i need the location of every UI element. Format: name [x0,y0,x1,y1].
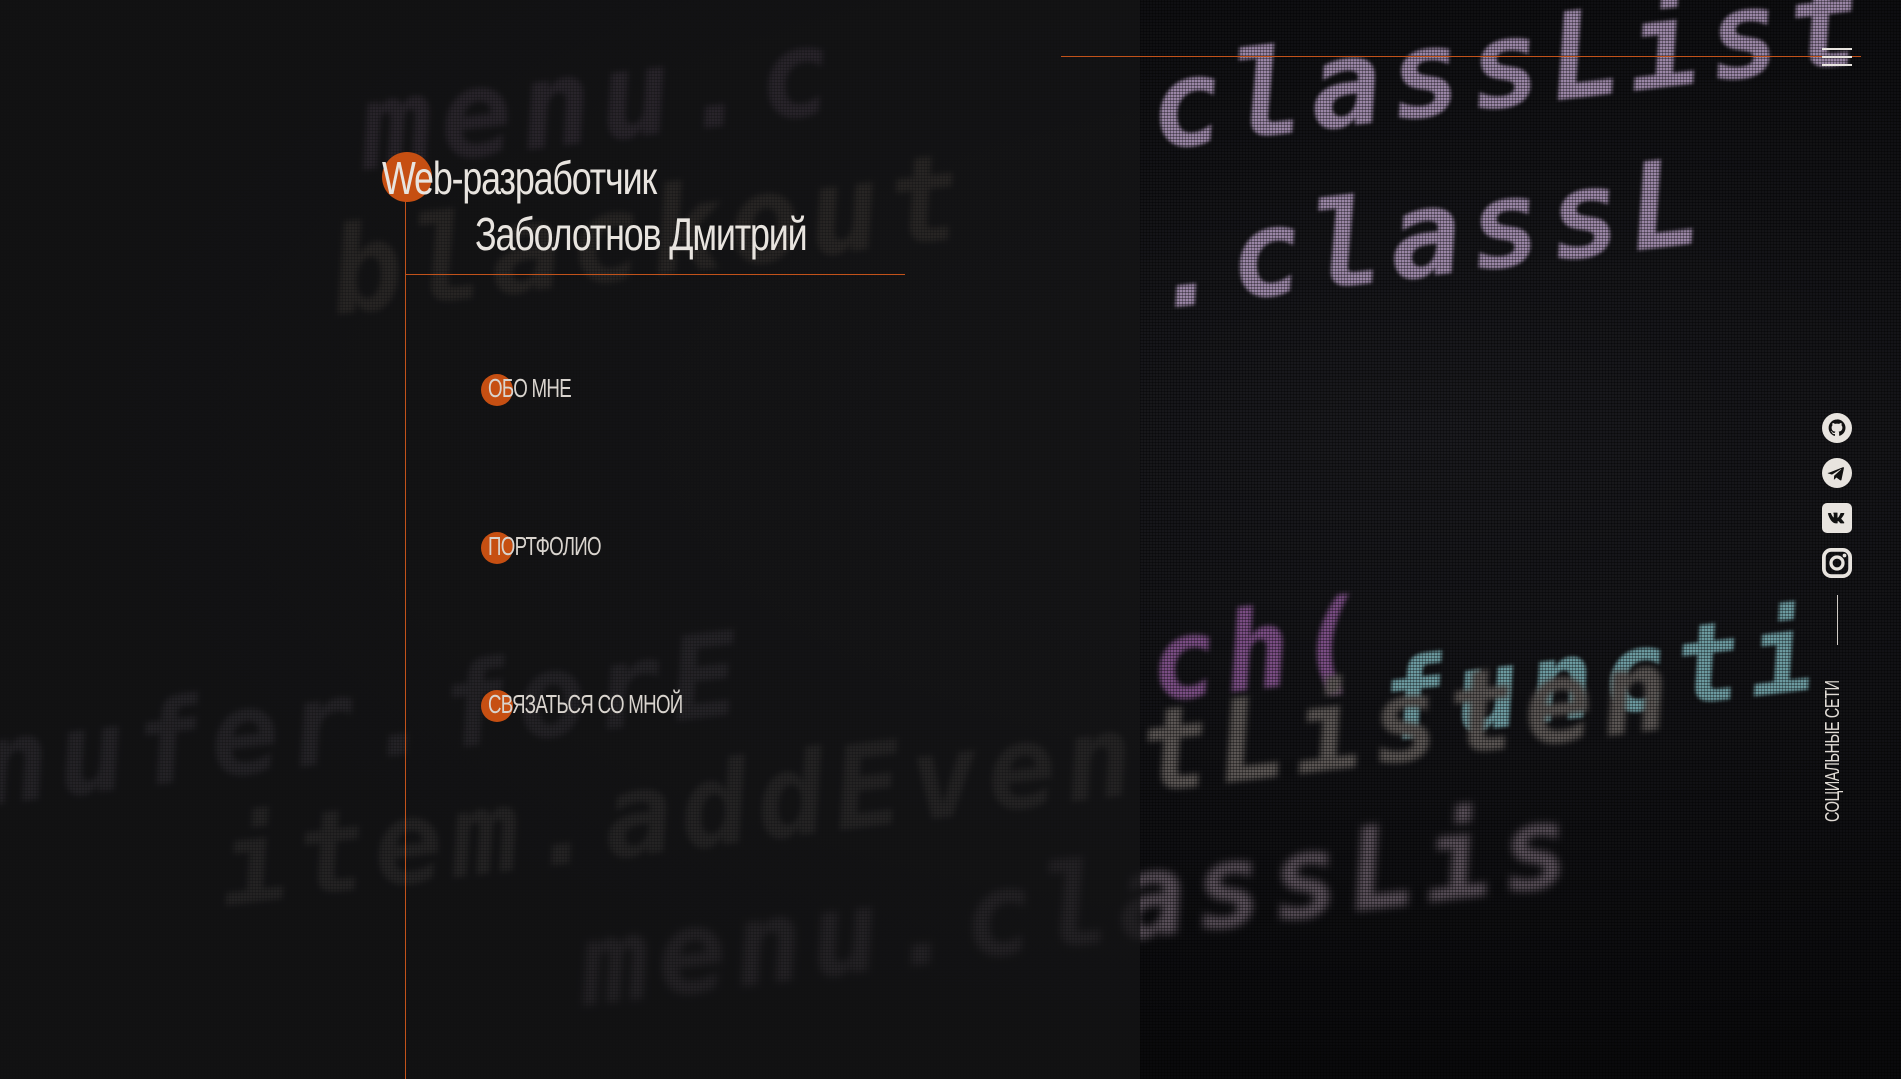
page: classList menu.c .classL blackout ch( fu… [0,0,1901,1079]
title-name: Заболотнов Дмитрий [475,208,808,260]
nav-item-about[interactable]: Обо мне [488,373,572,404]
nav-item-contact[interactable]: Связаться со мной [488,689,683,720]
title-role: Web-разработчик [382,152,657,204]
telegram-icon[interactable] [1822,458,1852,488]
page-title: Web-разработчик Заболотнов Дмитрий [382,150,900,262]
top-accent-line [1061,56,1861,57]
github-icon[interactable] [1822,413,1852,443]
vk-icon[interactable] [1822,503,1852,533]
nav-item-portfolio[interactable]: Портфолио [488,531,602,562]
social-label: Социальные сети [1822,680,1844,822]
instagram-icon[interactable] [1822,548,1852,578]
title-underline [405,274,905,275]
hamburger-menu-icon[interactable] [1822,48,1852,68]
social-divider [1837,595,1838,645]
vertical-accent-line [405,176,406,1079]
background-code-line: classList [1141,0,1876,179]
social-links [1822,413,1854,593]
